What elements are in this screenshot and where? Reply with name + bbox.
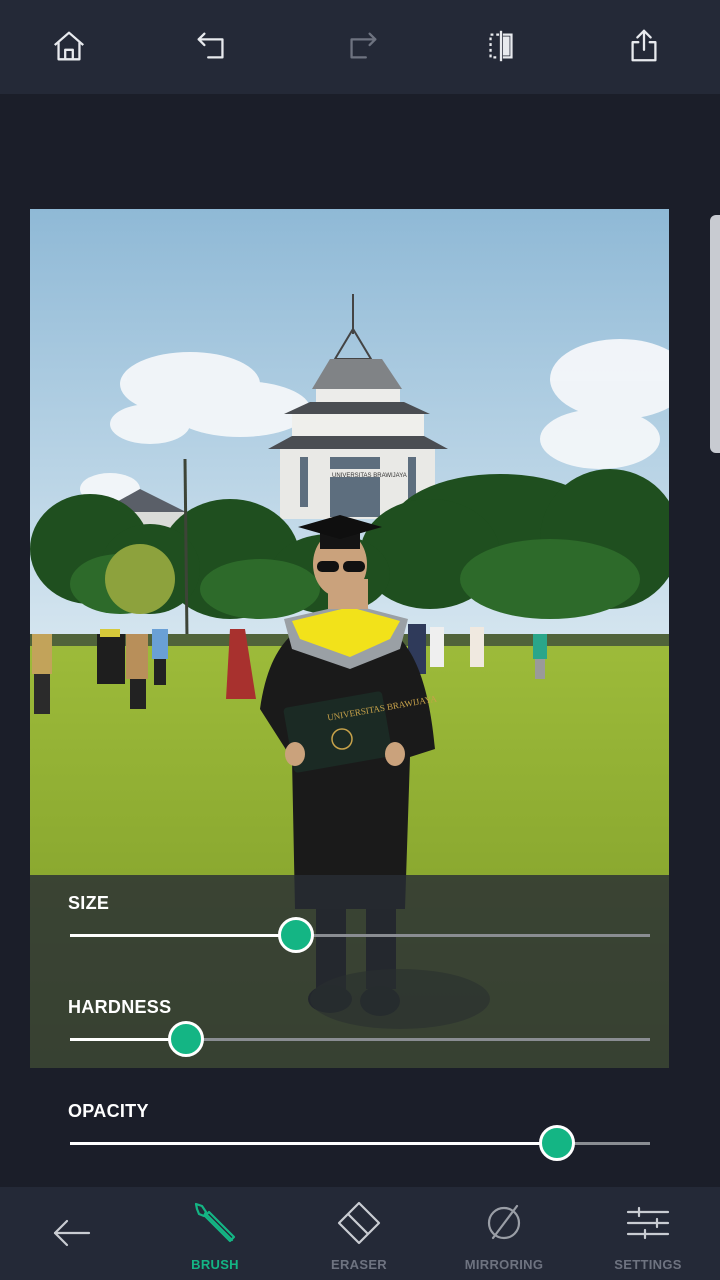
- redo-icon: [350, 32, 377, 59]
- size-slider[interactable]: [70, 917, 650, 953]
- eraser-tool-button[interactable]: ERASER: [304, 1187, 414, 1280]
- side-scroll-handle[interactable]: [710, 215, 720, 453]
- mirroring-tool-button[interactable]: MIRRORING: [449, 1187, 559, 1280]
- size-label: SIZE: [68, 893, 110, 913]
- opacity-slider[interactable]: [70, 1125, 650, 1161]
- mirroring-label: MIRRORING: [464, 1257, 544, 1272]
- mirroring-icon: [487, 1204, 521, 1240]
- compare-icon: [489, 30, 513, 62]
- size-slider-fill: [70, 934, 297, 937]
- hardness-slider-group: HARDNESS: [0, 997, 720, 1087]
- size-slider-group: SIZE: [0, 893, 720, 983]
- compare-button[interactable]: [477, 22, 525, 70]
- top-toolbar: [0, 0, 720, 94]
- share-button[interactable]: [620, 22, 668, 70]
- redo-button[interactable]: [338, 22, 386, 70]
- brush-label: BRUSH: [191, 1257, 239, 1272]
- hardness-slider[interactable]: [70, 1021, 650, 1057]
- building-sign: UNIVERSITAS BRAWIJAYA: [332, 473, 407, 479]
- back-button[interactable]: [17, 1187, 127, 1280]
- opacity-slider-knob[interactable]: [539, 1125, 576, 1161]
- opacity-slider-group: OPACITY: [0, 1101, 720, 1191]
- brush-icon: [194, 1202, 236, 1243]
- opacity-slider-fill: [70, 1142, 558, 1145]
- hardness-slider-knob[interactable]: [168, 1021, 204, 1057]
- eraser-label: ERASER: [331, 1257, 387, 1272]
- settings-sliders-icon: [626, 1206, 670, 1240]
- opacity-label: OPACITY: [68, 1101, 149, 1121]
- eraser-icon: [337, 1201, 381, 1245]
- bottom-toolbar: BRUSH ERASER MIRRORING SETTINGS: [0, 1187, 720, 1280]
- undo-button[interactable]: [188, 22, 236, 70]
- home-button[interactable]: [45, 22, 93, 70]
- home-icon: [54, 31, 84, 61]
- back-arrow-icon: [53, 1219, 91, 1247]
- brush-tool-button[interactable]: BRUSH: [160, 1187, 270, 1280]
- settings-tool-button[interactable]: SETTINGS: [593, 1187, 703, 1280]
- hardness-label: HARDNESS: [68, 997, 172, 1017]
- size-slider-knob[interactable]: [278, 917, 315, 953]
- settings-label: SETTINGS: [614, 1257, 682, 1272]
- share-icon: [631, 29, 657, 62]
- undo-icon: [197, 32, 224, 59]
